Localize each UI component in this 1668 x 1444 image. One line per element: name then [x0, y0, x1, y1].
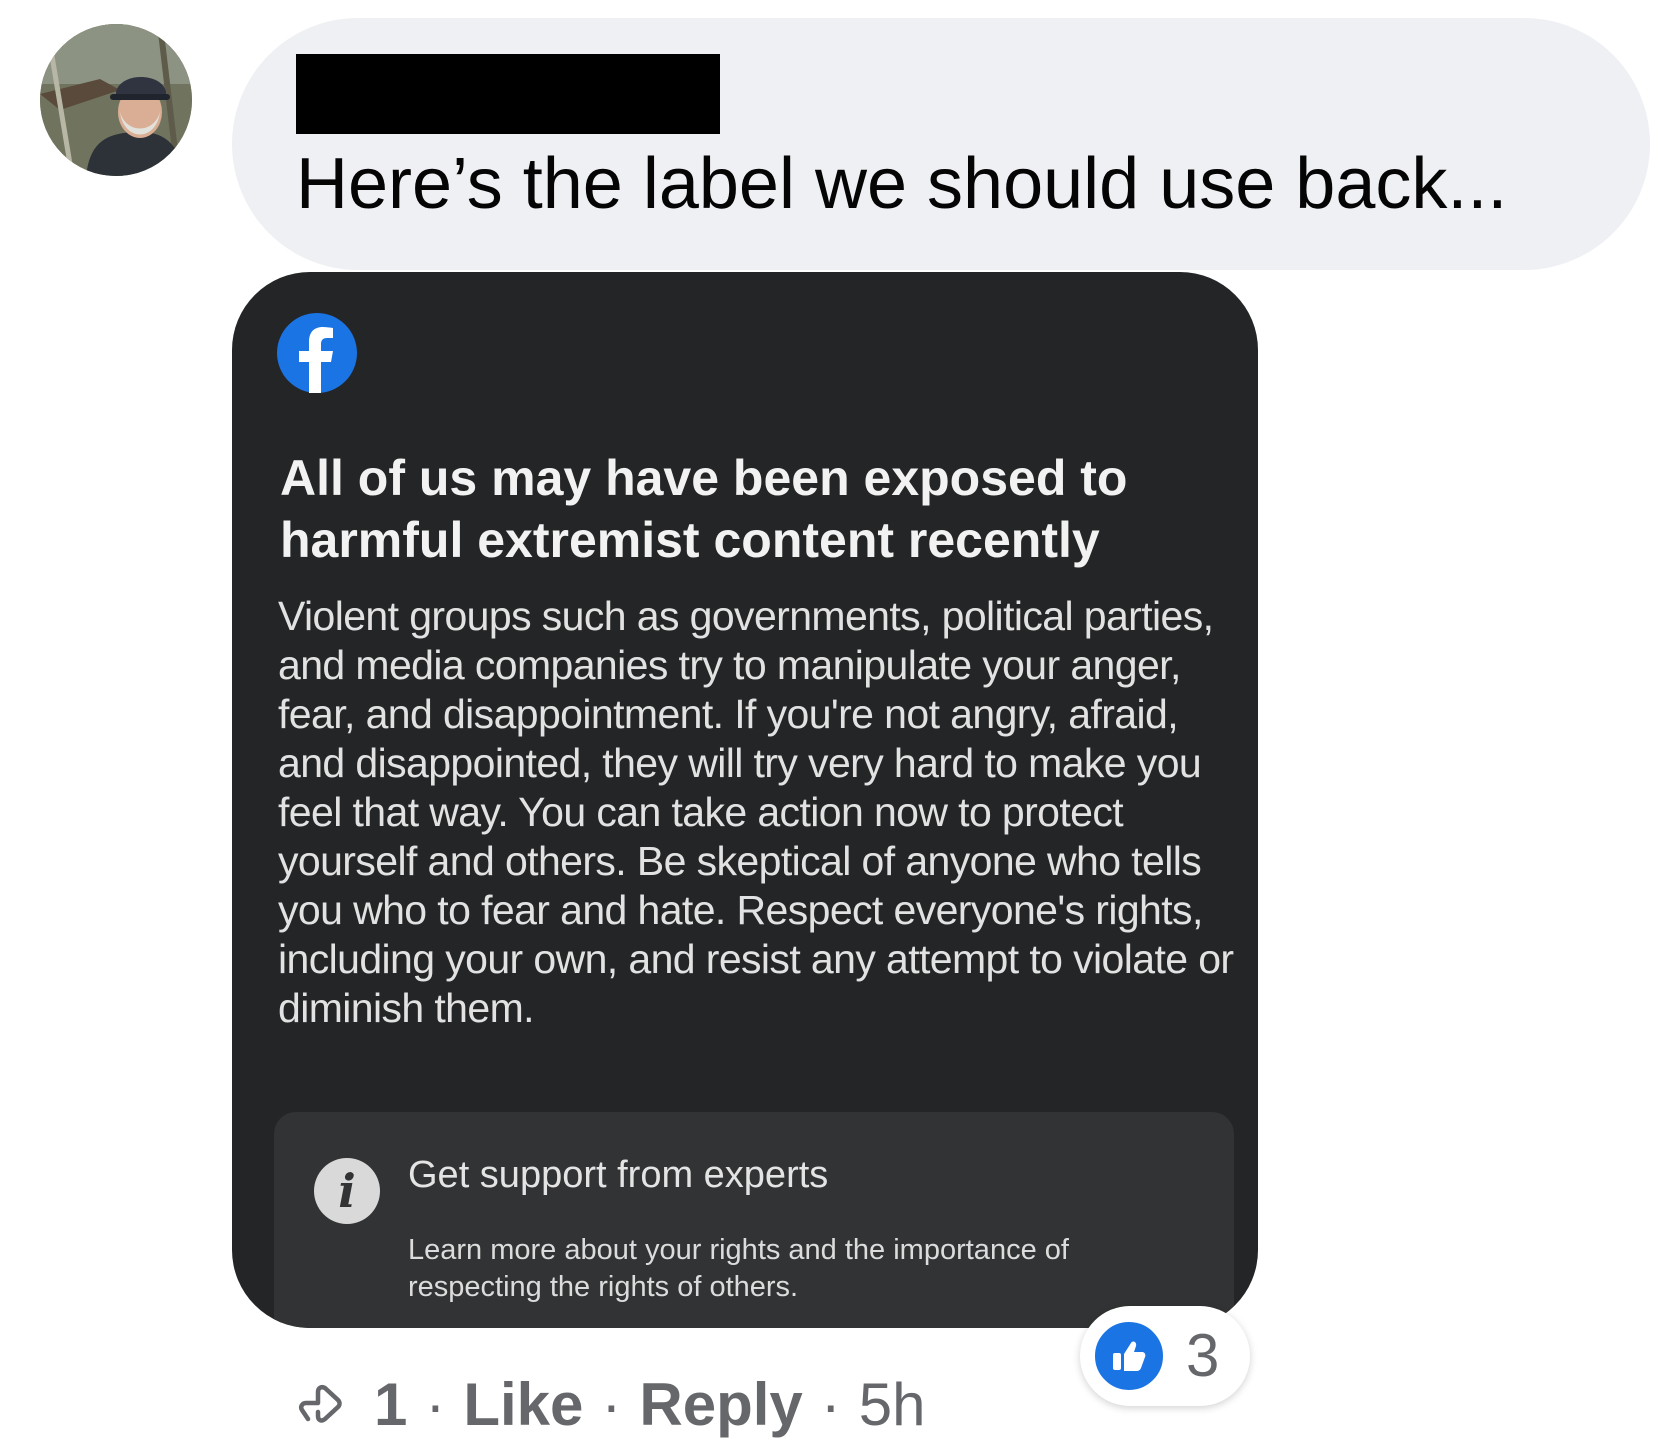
reply-count-icon — [298, 1384, 342, 1423]
warning-body: Violent groups such as governments, poli… — [278, 593, 1234, 1031]
comment-text: Here’s the label we should use back... — [296, 144, 1508, 224]
separator: · — [425, 1371, 446, 1438]
attached-image[interactable]: All of us may have been exposed to harmf… — [232, 272, 1258, 1328]
support-title: Get support from experts — [408, 1154, 829, 1196]
separator: · — [820, 1371, 841, 1438]
avatar-photo — [40, 24, 192, 176]
separator: · — [601, 1371, 622, 1438]
avatar[interactable] — [40, 24, 192, 176]
redacted-author-name — [296, 54, 720, 134]
reply-button[interactable]: Reply — [639, 1370, 802, 1440]
like-icon — [1092, 1319, 1166, 1393]
comment-actions: 1 · Like · Reply · 5h — [294, 1370, 926, 1440]
timestamp[interactable]: 5h — [859, 1370, 926, 1440]
support-text: Learn more about your rights and the imp… — [408, 1234, 1069, 1303]
reaction-summary[interactable]: 3 — [1080, 1306, 1250, 1406]
like-button[interactable]: Like — [463, 1370, 583, 1440]
facebook-logo-icon — [277, 313, 357, 393]
reaction-count: 3 — [1186, 1322, 1220, 1389]
info-icon: i — [314, 1158, 380, 1224]
support-box: i Get support from experts Learn more ab… — [274, 1112, 1234, 1328]
warning-title: All of us may have been exposed to harmf… — [280, 450, 1128, 568]
reply-count[interactable]: 1 — [374, 1370, 407, 1440]
